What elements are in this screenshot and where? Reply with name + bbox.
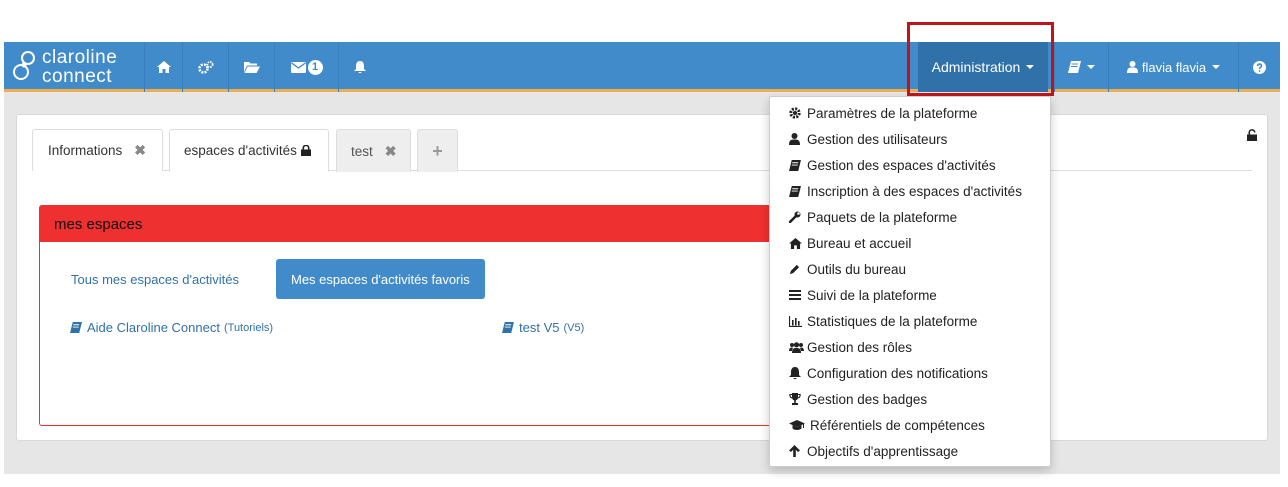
menu-item-label: Gestion des rôles [807, 339, 913, 355]
tab-label: espaces d'activités [184, 143, 297, 158]
menu-item-role-management[interactable]: Gestion des rôles [770, 334, 1050, 360]
menu-item-label: Paramètres de la plateforme [807, 105, 978, 121]
wrench-icon [789, 211, 805, 223]
book-icon [502, 322, 514, 333]
menu-item-label: Configuration des notifications [807, 365, 988, 381]
pencil-icon [789, 264, 805, 275]
menu-item-desktop-tools[interactable]: Outils du bureau [770, 256, 1050, 282]
tab-espaces-activites[interactable]: espaces d'activités [169, 129, 329, 172]
unlock-icon[interactable] [1247, 129, 1257, 141]
user-icon [789, 133, 805, 145]
app-window: claroline connect 1 Administration flavi… [4, 42, 1280, 474]
workspace-link[interactable]: test V5 (V5) [502, 320, 584, 335]
workspace-name: test V5 [519, 320, 560, 335]
workspace-code: (V5) [563, 321, 585, 334]
trophy-icon [789, 393, 805, 405]
chevron-down-icon [1087, 65, 1095, 69]
home-icon [156, 61, 171, 73]
menu-item-label: Bureau et accueil [807, 235, 912, 251]
menu-item-badge-management[interactable]: Gestion des badges [770, 386, 1050, 412]
user-icon [1126, 61, 1138, 73]
bell-icon [789, 366, 805, 380]
tab-label: test [351, 143, 373, 159]
tab-test[interactable]: test ✖ [336, 129, 411, 172]
menu-item-workspace-registration[interactable]: Inscription à des espaces d'activités [770, 178, 1050, 204]
logo-icon [13, 51, 35, 80]
folder-open-icon [243, 62, 260, 73]
messages-nav-button[interactable]: 1 [274, 42, 338, 92]
envelope-icon [290, 61, 306, 73]
menu-item-label: Gestion des utilisateurs [807, 131, 948, 147]
all-workspaces-pill[interactable]: Tous mes espaces d'activités [56, 259, 254, 299]
logo-line-2: connect [42, 66, 113, 87]
claroline-logo[interactable]: claroline connect [12, 46, 142, 88]
widget-title: mes espaces [40, 206, 798, 242]
menu-item-notification-config[interactable]: Configuration des notifications [770, 360, 1050, 386]
menu-item-label: Gestion des badges [807, 391, 928, 407]
users-icon [789, 341, 805, 353]
menu-item-label: Référentiels de compétences [810, 417, 985, 433]
workspace-name: Aide Claroline Connect [87, 320, 220, 335]
desktop-panel: Informations ✖ espaces d'activités test … [16, 114, 1268, 441]
menu-item-platform-settings[interactable]: Paramètres de la plateforme [770, 100, 1050, 126]
close-icon[interactable]: ✖ [385, 143, 397, 160]
menu-item-platform-statistics[interactable]: Statistiques de la plateforme [770, 308, 1050, 334]
gears-nav-button[interactable] [182, 42, 228, 92]
menu-item-label: Gestion des espaces d'activités [807, 157, 996, 173]
notifications-nav-button[interactable] [338, 42, 380, 92]
menu-item-label: Suivi de la plateforme [807, 287, 937, 303]
menu-item-platform-monitoring[interactable]: Suivi de la plateforme [770, 282, 1050, 308]
user-name: flavia flavia [1141, 59, 1207, 75]
desktop-tabs: Informations ✖ espaces d'activités test … [32, 129, 1252, 172]
bell-icon [353, 60, 366, 73]
workspaces-menu-button[interactable] [1054, 42, 1108, 92]
menu-item-label: Objectifs d'apprentissage [807, 443, 959, 459]
graduation-cap-icon [789, 419, 808, 431]
user-menu-button[interactable]: flavia flavia [1108, 42, 1238, 92]
workspace-link[interactable]: Aide Claroline Connect (Tutoriels) [70, 320, 273, 335]
menu-item-user-management[interactable]: Gestion des utilisateurs [770, 126, 1050, 152]
list-icon [789, 290, 805, 300]
chevron-down-icon [1212, 65, 1221, 69]
menu-item-label: Outils du bureau [807, 261, 907, 277]
gears-icon [197, 60, 213, 74]
lock-icon [300, 145, 311, 156]
tab-informations[interactable]: Informations ✖ [32, 129, 163, 171]
arrow-up-icon [789, 445, 805, 457]
menu-item-label: Inscription à des espaces d'activités [807, 183, 1022, 199]
menu-item-label: Statistiques de la plateforme [807, 313, 978, 329]
menu-item-desktop-home[interactable]: Bureau et accueil [770, 230, 1050, 256]
menu-item-platform-packages[interactable]: Paquets de la plateforme [770, 204, 1050, 230]
book-icon [789, 159, 805, 171]
close-icon[interactable]: ✖ [134, 142, 146, 159]
menu-item-label: Paquets de la plateforme [807, 209, 958, 225]
menu-item-learning-objectives[interactable]: Objectifs d'apprentissage [770, 438, 1050, 464]
menu-item-workspace-management[interactable]: Gestion des espaces d'activités [770, 152, 1050, 178]
book-icon [789, 185, 805, 197]
favorite-workspaces-pill[interactable]: Mes espaces d'activités favoris [276, 259, 485, 299]
logo-line-1: claroline [42, 47, 118, 68]
gear-icon [789, 107, 805, 119]
home-icon [789, 237, 805, 249]
help-button[interactable] [1238, 42, 1280, 92]
highlight-box [907, 22, 1054, 96]
book-icon [70, 322, 82, 333]
bar-chart-icon [789, 315, 805, 327]
add-tab-button[interactable]: + [417, 129, 458, 172]
message-count-badge: 1 [307, 59, 323, 75]
home-nav-button[interactable] [144, 42, 182, 92]
plus-icon: + [432, 140, 443, 161]
question-circle-icon [1253, 60, 1266, 74]
folder-nav-button[interactable] [228, 42, 274, 92]
tab-label: Informations [48, 143, 123, 158]
my-workspaces-widget: mes espaces Tous mes espaces d'activités… [39, 205, 799, 426]
administration-dropdown: Paramètres de la plateforme Gestion des … [769, 96, 1051, 467]
book-icon [1068, 61, 1081, 73]
menu-item-competency-frameworks[interactable]: Référentiels de compétences [770, 412, 1050, 438]
workspace-code: (Tutoriels) [223, 321, 274, 334]
top-navbar: claroline connect 1 Administration flavi… [4, 42, 1280, 92]
